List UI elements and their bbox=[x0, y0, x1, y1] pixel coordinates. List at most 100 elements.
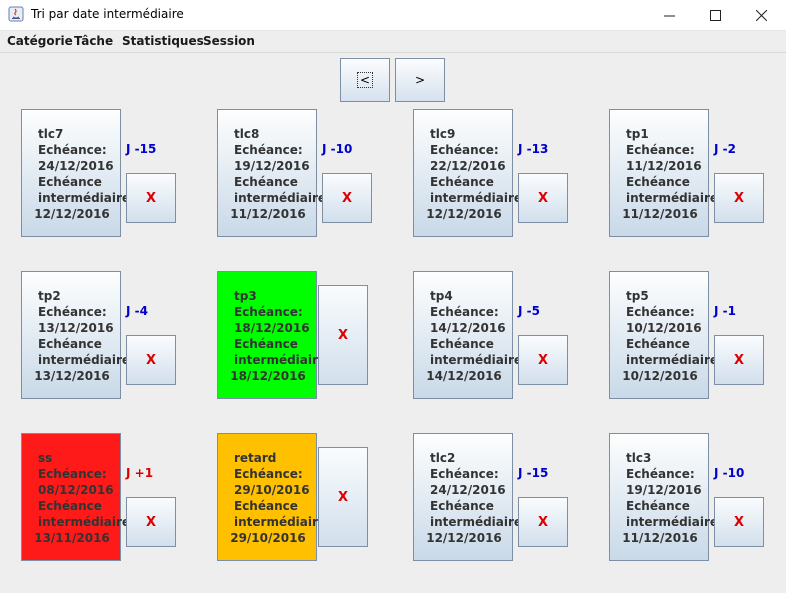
next-page-button[interactable]: > bbox=[395, 58, 445, 102]
delete-icon: X bbox=[733, 514, 745, 530]
intermediate-due-label: intermédiaire: bbox=[626, 515, 723, 529]
delete-task-button[interactable]: X bbox=[518, 173, 568, 223]
due-label: Echéance: bbox=[430, 143, 499, 157]
task-card[interactable]: tlc9 Echéance: 22/12/2016 Echéance intermédi… bbox=[413, 109, 527, 237]
due-label: Echéance: bbox=[234, 305, 303, 319]
delete-icon: X bbox=[337, 489, 349, 505]
task-card[interactable]: ss Echéance: 08/12/2016 Echéance intermédiai… bbox=[21, 433, 135, 561]
task-name: tp4 bbox=[430, 289, 453, 303]
close-window-button[interactable] bbox=[738, 0, 784, 30]
task-name: retard bbox=[234, 451, 277, 465]
intermediate-due-date: 12/12/2016 bbox=[426, 531, 502, 545]
delete-task-button[interactable]: X bbox=[318, 285, 368, 385]
intermediate-due-label: intermédiaire: bbox=[234, 515, 331, 529]
due-date: 24/12/2016 bbox=[38, 159, 114, 173]
intermediate-due-date: 29/10/2016 bbox=[230, 531, 306, 545]
intermediate-due-label: intermédiaire: bbox=[626, 191, 723, 205]
delete-icon: X bbox=[733, 352, 745, 368]
intermediate-due-date: 12/12/2016 bbox=[426, 207, 502, 221]
due-date: 11/12/2016 bbox=[626, 159, 702, 173]
due-date: 08/12/2016 bbox=[38, 483, 114, 497]
menu-categorie[interactable]: Catégorie bbox=[7, 34, 73, 48]
delete-task-button[interactable]: X bbox=[714, 173, 764, 223]
days-remaining: J +1 bbox=[126, 466, 154, 480]
days-remaining: J -1 bbox=[714, 304, 736, 318]
intermediate-due-date: 11/12/2016 bbox=[622, 531, 698, 545]
intermediate-due-label: Echéance bbox=[38, 175, 102, 189]
task-name: tp1 bbox=[626, 127, 649, 141]
intermediate-due-date: 18/12/2016 bbox=[230, 369, 306, 383]
delete-task-button[interactable]: X bbox=[518, 335, 568, 385]
task-card[interactable]: tp2 Echéance: 13/12/2016 Echéance intermédia… bbox=[21, 271, 135, 399]
intermediate-due-date: 11/12/2016 bbox=[230, 207, 306, 221]
menu-statistiques[interactable]: Statistiques bbox=[122, 34, 204, 48]
menu-bar: Catégorie Tâche Statistiques Session bbox=[0, 31, 786, 53]
task-card[interactable]: tlc8 Echéance: 19/12/2016 Echéance intermédi… bbox=[217, 109, 331, 237]
delete-task-button[interactable]: X bbox=[714, 335, 764, 385]
delete-icon: X bbox=[145, 352, 157, 368]
days-remaining: J -10 bbox=[322, 142, 353, 156]
days-remaining: J -13 bbox=[518, 142, 549, 156]
due-label: Echéance: bbox=[626, 305, 695, 319]
task-name: tp3 bbox=[234, 289, 257, 303]
task-card[interactable]: tlc2 Echéance: 24/12/2016 Echéance intermédi… bbox=[413, 433, 527, 561]
task-card[interactable]: tlc7 Echéance: 24/12/2016 Echéance intermédi… bbox=[21, 109, 135, 237]
days-remaining: J -2 bbox=[714, 142, 736, 156]
days-remaining: J -5 bbox=[518, 304, 540, 318]
delete-icon: X bbox=[341, 190, 353, 206]
menu-session[interactable]: Session bbox=[203, 34, 255, 48]
intermediate-due-date: 10/12/2016 bbox=[622, 369, 698, 383]
days-remaining: J -10 bbox=[714, 466, 745, 480]
delete-task-button[interactable]: X bbox=[518, 497, 568, 547]
intermediate-due-label: intermédiaire: bbox=[430, 515, 527, 529]
due-label: Echéance: bbox=[38, 305, 107, 319]
due-date: 14/12/2016 bbox=[430, 321, 506, 335]
intermediate-due-label: Echéance bbox=[38, 499, 102, 513]
intermediate-due-label: Echéance bbox=[234, 337, 298, 351]
delete-icon: X bbox=[733, 190, 745, 206]
title-bar: Tri par date intermédiaire bbox=[0, 0, 786, 31]
maximize-icon bbox=[709, 9, 721, 21]
delete-task-button[interactable]: X bbox=[126, 497, 176, 547]
intermediate-due-label: Echéance bbox=[430, 499, 494, 513]
intermediate-due-label: intermédiaire: bbox=[430, 191, 527, 205]
task-card[interactable]: retard Echéance: 29/10/2016 Echéance intermé… bbox=[217, 433, 331, 561]
delete-icon: X bbox=[537, 352, 549, 368]
task-card[interactable]: tp4 Echéance: 14/12/2016 Echéance intermédia… bbox=[413, 271, 527, 399]
intermediate-due-date: 13/11/2016 bbox=[34, 531, 110, 545]
minimize-button[interactable] bbox=[646, 0, 692, 30]
task-name: tlc9 bbox=[430, 127, 456, 141]
task-card[interactable]: tp3 Echéance: 18/12/2016 Echéance intermédia… bbox=[217, 271, 331, 399]
delete-task-button[interactable]: X bbox=[126, 335, 176, 385]
task-name: tp2 bbox=[38, 289, 61, 303]
intermediate-due-label: intermédiaire: bbox=[38, 191, 135, 205]
close-icon bbox=[755, 9, 767, 21]
delete-task-button[interactable]: X bbox=[318, 447, 368, 547]
task-card[interactable]: tp1 Echéance: 11/12/2016 Echéance intermédia… bbox=[609, 109, 723, 237]
delete-icon: X bbox=[145, 514, 157, 530]
intermediate-due-label: intermédiaire: bbox=[234, 191, 331, 205]
due-date: 19/12/2016 bbox=[234, 159, 310, 173]
intermediate-due-label: Echéance bbox=[430, 337, 494, 351]
due-label: Echéance: bbox=[430, 305, 499, 319]
previous-page-button[interactable]: < bbox=[340, 58, 390, 102]
delete-task-button[interactable]: X bbox=[126, 173, 176, 223]
due-date: 22/12/2016 bbox=[430, 159, 506, 173]
due-label: Echéance: bbox=[234, 143, 303, 157]
intermediate-due-label: intermédiaire: bbox=[234, 353, 331, 367]
intermediate-due-label: Echéance bbox=[626, 175, 690, 189]
delete-icon: X bbox=[537, 190, 549, 206]
task-card[interactable]: tlc3 Echéance: 19/12/2016 Echéance intermédi… bbox=[609, 433, 723, 561]
intermediate-due-date: 13/12/2016 bbox=[34, 369, 110, 383]
menu-tache[interactable]: Tâche bbox=[74, 34, 113, 48]
delete-task-button[interactable]: X bbox=[714, 497, 764, 547]
days-remaining: J -4 bbox=[126, 304, 148, 318]
due-label: Echéance: bbox=[430, 467, 499, 481]
intermediate-due-label: Echéance bbox=[234, 175, 298, 189]
delete-task-button[interactable]: X bbox=[322, 173, 372, 223]
task-name: ss bbox=[38, 451, 53, 465]
intermediate-due-label: intermédiaire: bbox=[626, 353, 723, 367]
maximize-button[interactable] bbox=[692, 0, 738, 30]
task-card[interactable]: tp5 Echéance: 10/12/2016 Echéance intermédia… bbox=[609, 271, 723, 399]
due-date: 24/12/2016 bbox=[430, 483, 506, 497]
